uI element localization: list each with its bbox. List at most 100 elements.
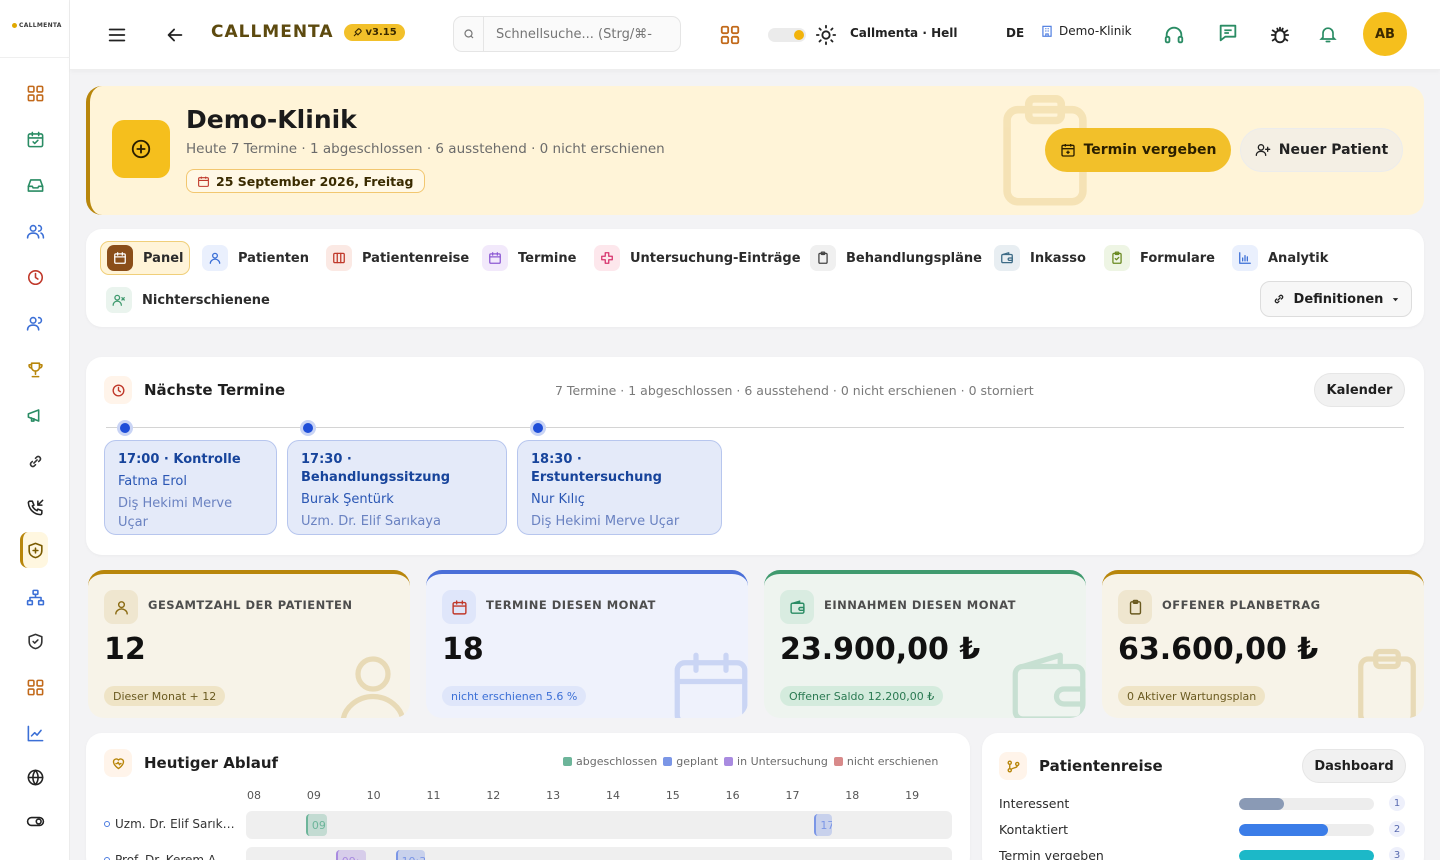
tab-patienten[interactable]: Patienten [196, 241, 315, 275]
stat-card[interactable]: OFFENER PLANBETRAG 63.600,00 ₺ 0 Aktiver W… [1102, 570, 1424, 718]
flow-block[interactable]: 17: [814, 814, 833, 836]
stage-count: 1 [1389, 795, 1405, 811]
tab-untersuchung-einträge[interactable]: Untersuchung-Einträge [588, 241, 807, 275]
group-icon[interactable] [22, 310, 48, 336]
chat-icon[interactable] [1217, 22, 1239, 44]
tab-analytik[interactable]: Analytik [1226, 241, 1334, 275]
shield-check-icon[interactable] [22, 628, 48, 654]
appointment-card[interactable]: 17:00 · Kontrolle Fatma Erol Diş Hekimi Me… [104, 440, 277, 535]
flow-block[interactable]: 09:… [335, 850, 366, 860]
version-badge: v3.15 [343, 23, 405, 41]
definitions-button[interactable]: Definitionen [1260, 281, 1412, 317]
clock-icon[interactable] [22, 264, 48, 290]
tab-nichterschienene[interactable]: Nichterschienene [100, 283, 276, 317]
toggle-icon[interactable] [22, 808, 48, 834]
appointment-doctor: Diş Hekimi Merve Uçar [118, 496, 233, 530]
search-input[interactable] [484, 26, 669, 42]
hour-tick: 15 [665, 789, 680, 802]
tab-behandlungspläne[interactable]: Behandlungspläne [804, 241, 988, 275]
calendar-icon [198, 176, 209, 187]
stat-card[interactable]: TERMINE DIESEN MONAT 18 nicht erschienen 5… [426, 570, 748, 718]
stat-badge: Dieser Monat + 12 [104, 686, 226, 706]
sitemap-icon[interactable] [22, 584, 48, 610]
dashboard-button[interactable]: Dashboard [1302, 749, 1406, 783]
today-summary: Heute 7 Termine · 1 abgeschlossen · 6 au… [186, 141, 665, 157]
megaphone-icon[interactable] [22, 402, 48, 428]
theme-label[interactable]: Callmenta · Hell [850, 26, 957, 40]
apps-grid-icon[interactable] [719, 24, 741, 46]
wallet-icon-watermark [1004, 644, 1086, 718]
tab-label: Untersuchung-Einträge [630, 250, 801, 266]
shield-plus-icon[interactable] [20, 532, 48, 568]
tab-termine[interactable]: Termine [476, 241, 582, 275]
user-avatar[interactable]: AB [1363, 12, 1407, 56]
journey-stage[interactable]: Termin vergeben 3 [999, 847, 1407, 860]
phone-incoming-icon[interactable] [22, 494, 48, 520]
user-icon [202, 245, 228, 271]
heart-pulse-icon [104, 749, 132, 777]
hour-tick: 09 [306, 789, 321, 802]
calendar-check-icon[interactable] [22, 126, 48, 152]
bell-icon[interactable] [1318, 24, 1338, 44]
wallet-icon [780, 590, 814, 624]
journey-stage[interactable]: Interessent 1 [999, 795, 1407, 812]
inbox-icon[interactable] [22, 172, 48, 198]
flow-track: 09:… 10:3 [246, 847, 952, 860]
brand-name[interactable]: CALLMENTA [211, 22, 334, 42]
hour-tick: 19 [905, 789, 920, 802]
tab-panel[interactable]: Panel [100, 241, 191, 275]
flow-track: 09 17: [246, 811, 952, 839]
users-icon[interactable] [22, 218, 48, 244]
flow-block[interactable]: 10:3 [395, 850, 426, 860]
flow-legend: abgeschlossen geplant in Untersuchung nicht… [563, 755, 938, 768]
clock-icon [104, 376, 132, 404]
tab-formulare[interactable]: Formulare [1098, 241, 1221, 275]
sun-icon[interactable] [815, 24, 837, 46]
menu-icon[interactable] [106, 24, 128, 46]
tab-label: Analytik [1268, 250, 1329, 266]
chart-line-icon[interactable] [22, 720, 48, 746]
clipboard-check-icon [1104, 245, 1130, 271]
grid-icon[interactable] [22, 80, 48, 106]
link-icon [1274, 294, 1283, 304]
appointment-card[interactable]: 18:30 · Erstuntersuchung Nur Kılıç Diş Hek… [517, 440, 722, 535]
new-patient-button[interactable]: Neuer Patient [1240, 128, 1403, 172]
clinic-switch[interactable]: Demo-Klinik [1040, 24, 1132, 38]
tab-patientenreise[interactable]: Patientenreise [320, 241, 475, 275]
stat-card[interactable]: GESAMTZAHL DER PATIENTEN 12 Dieser Monat +… [88, 570, 410, 718]
apps-icon[interactable] [22, 674, 48, 700]
appointment-patient: Nur Kılıç [531, 492, 585, 507]
bug-icon[interactable] [1269, 24, 1291, 46]
stat-card[interactable]: EINNAHMEN DIESEN MONAT 23.900,00 ₺ Offener… [764, 570, 1086, 718]
search-icon [454, 17, 484, 51]
hour-tick: 14 [605, 789, 620, 802]
link-icon[interactable] [22, 448, 48, 474]
module-tabs: Panel Patienten Patientenreise Termine Unter… [86, 229, 1424, 327]
patient-journey-card: Patientenreise Dashboard Interessent 1 Kon… [982, 733, 1424, 860]
flow-row: Uzm. Dr. Elif Sarık… 09 17: [104, 811, 952, 841]
trophy-icon[interactable] [22, 356, 48, 382]
calendar-button[interactable]: Kalender [1314, 373, 1405, 407]
clipboard-icon [1118, 590, 1152, 624]
calendar-icon [442, 590, 476, 624]
book-appointment-button[interactable]: Termin vergeben [1045, 128, 1231, 172]
language-switch[interactable]: DE [1006, 26, 1024, 40]
hour-axis: 08 09 10 11 12 13 14 15 16 17 18 19 [246, 789, 952, 803]
timeline-dot [530, 420, 546, 436]
section-title: Nächste Termine [144, 381, 286, 399]
back-arrow-icon[interactable] [164, 24, 186, 46]
sidebar-logo[interactable]: CALLMENTA [12, 22, 62, 29]
appointment-card[interactable]: 17:30 · Behandlungssitzung Burak Şentürk U… [287, 440, 507, 535]
journey-stage[interactable]: Kontaktiert 2 [999, 821, 1407, 838]
quick-search[interactable] [453, 16, 681, 52]
tab-inkasso[interactable]: Inkasso [988, 241, 1092, 275]
clipboard-icon [810, 245, 836, 271]
stat-value: 23.900,00 ₺ [780, 632, 981, 667]
stat-value: 12 [104, 632, 146, 667]
appointment-title: 18:30 · Erstuntersuchung [531, 452, 662, 485]
appointment-title: 17:30 · Behandlungssitzung [301, 452, 451, 485]
flow-block[interactable]: 09 [305, 814, 327, 836]
globe-icon[interactable] [22, 764, 48, 790]
theme-toggle[interactable] [768, 28, 806, 42]
headset-icon[interactable] [1163, 24, 1185, 46]
